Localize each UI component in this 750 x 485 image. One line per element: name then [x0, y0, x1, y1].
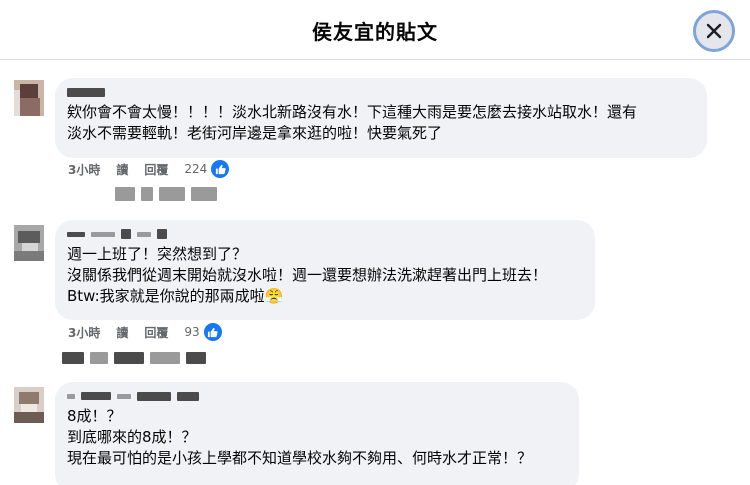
comment-bubble: 週一上班了！突然想到了？ 沒關係我們從週末開始就沒水啦！週一還要想辦法洗漱趕著出…: [55, 220, 595, 320]
comments-feed: 欸你會不會太慢！！！！淡水北新路沒有水！下這種大雨是要怎麼去接水站取水！還有 淡…: [0, 60, 750, 485]
like-icon[interactable]: [211, 160, 230, 178]
avatar[interactable]: [14, 80, 44, 116]
comment-actions: 3小時 讀 回覆 93: [68, 323, 222, 341]
reply-button[interactable]: 回覆: [144, 324, 168, 341]
reply-button[interactable]: 回覆: [144, 161, 168, 178]
avatar[interactable]: [14, 225, 44, 261]
like-icon[interactable]: [203, 323, 222, 341]
comment-time[interactable]: 3小時: [68, 324, 100, 341]
dialog-title: 侯友宜的貼文: [312, 20, 438, 44]
comment-bubble: 8成！？ 到底哪來的8成！？ 現在最可怕的是小孩上學都不知道學校水夠不夠用、何時…: [55, 382, 579, 485]
close-icon: [706, 23, 722, 39]
like-count: 93: [184, 325, 200, 339]
view-replies-redacted[interactable]: [62, 352, 206, 364]
commenter-name-redacted: [67, 228, 583, 240]
comment-bubble: 欸你會不會太慢！！！！淡水北新路沒有水！下這種大雨是要怎麼去接水站取水！還有 淡…: [55, 78, 707, 158]
comment-text: 8成！？ 到底哪來的8成！？ 現在最可怕的是小孩上學都不知道學校水夠不夠用、何時…: [67, 407, 533, 467]
comment-actions: 3小時 讀 回覆 224: [68, 160, 230, 178]
comment-text: 欸你會不會太慢！！！！淡水北新路沒有水！下這種大雨是要怎麼去接水站取水！還有 淡…: [67, 103, 638, 142]
comment-text: 週一上班了！突然想到了？ 沒關係我們從週末開始就沒水啦！週一還要想辦法洗漱趕著出…: [67, 245, 548, 305]
commenter-name-redacted: [67, 86, 695, 98]
read-button[interactable]: 讀: [116, 161, 128, 178]
avatar[interactable]: [14, 387, 44, 423]
view-replies-redacted[interactable]: [115, 187, 217, 201]
close-button[interactable]: [693, 10, 735, 52]
read-button[interactable]: 讀: [116, 324, 128, 341]
comment-time[interactable]: 3小時: [68, 161, 100, 178]
post-dialog-header: 侯友宜的貼文: [0, 0, 750, 60]
like-count: 224: [184, 162, 208, 176]
commenter-name-redacted: [67, 390, 567, 402]
